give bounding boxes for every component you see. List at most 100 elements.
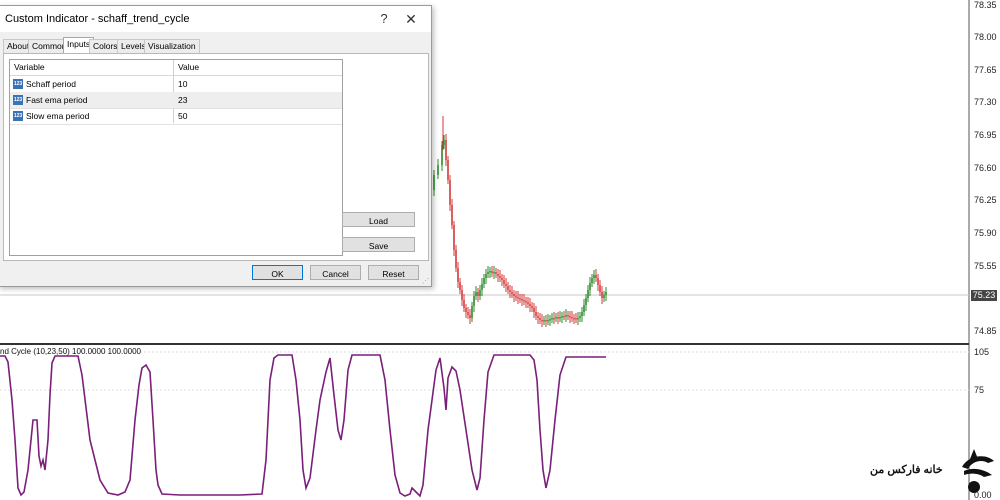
variable-name: Fast ema period: [26, 95, 88, 105]
numeric-type-icon: 123: [13, 111, 23, 121]
candle-body: [545, 320, 547, 322]
grid-header: Variable Value: [10, 60, 342, 76]
candle-body: [535, 312, 537, 316]
price-tick: 76.95: [974, 130, 997, 140]
candle-body: [479, 290, 481, 296]
candle-body: [481, 284, 483, 290]
numeric-type-icon: 123: [13, 79, 23, 89]
candle-body: [597, 278, 599, 285]
candle-body: [517, 297, 519, 299]
candle-body: [453, 225, 455, 250]
candle-body: [499, 276, 501, 278]
candle-body: [573, 318, 575, 320]
candle-body: [455, 250, 457, 268]
candle-body: [565, 315, 567, 317]
value-field[interactable]: 50: [178, 111, 187, 121]
candle-body: [549, 319, 551, 321]
price-tick: 74.85: [974, 326, 997, 336]
candle-body: [577, 318, 579, 320]
cancel-button[interactable]: Cancel: [310, 265, 361, 280]
candle-body: [483, 278, 485, 284]
candle-body: [525, 301, 527, 303]
save-button[interactable]: Save: [342, 237, 415, 252]
candle-body: [551, 318, 553, 320]
reset-button[interactable]: Reset: [368, 265, 419, 280]
candle-body: [581, 312, 583, 316]
inputs-panel: Variable Value 123 Schaff period 10 123 …: [3, 53, 429, 261]
candle-body: [593, 275, 595, 278]
candle-body: [469, 315, 471, 318]
candle-body: [495, 272, 497, 274]
candle-body: [507, 286, 509, 290]
candle-body: [555, 317, 557, 319]
column-header-variable[interactable]: Variable: [14, 62, 45, 72]
price-tick: 75.90: [974, 228, 997, 238]
candle-body: [503, 280, 505, 284]
logo-mark-icon: [962, 449, 994, 493]
candle-body: [467, 312, 469, 315]
value-field[interactable]: 10: [178, 79, 187, 89]
candle-body: [527, 302, 529, 304]
candle-body: [519, 298, 521, 300]
candle-body: [433, 175, 435, 190]
ok-button[interactable]: OK: [252, 265, 303, 280]
candle-body: [489, 271, 491, 273]
input-row-slow-ema-period[interactable]: 123 Slow ema period 50: [10, 108, 342, 125]
candle-body: [605, 292, 607, 295]
candle-body: [533, 308, 535, 312]
candle-body: [487, 272, 489, 274]
custom-indicator-dialog: Custom Indicator - schaff_trend_cycle ? …: [0, 5, 432, 287]
candle-body: [513, 294, 515, 296]
value-field[interactable]: 23: [178, 95, 187, 105]
dialog-title-bar[interactable]: Custom Indicator - schaff_trend_cycle ? …: [0, 6, 431, 32]
candle-body: [543, 320, 545, 322]
price-tick: 76.25: [974, 195, 997, 205]
candle-body: [461, 290, 463, 300]
load-button[interactable]: Load: [342, 212, 415, 227]
candle-body: [477, 292, 479, 296]
candle-body: [575, 318, 577, 320]
column-header-value[interactable]: Value: [178, 62, 199, 72]
indicator-label: nd Cycle (10,23,50) 100.0000 100.0000: [0, 347, 141, 356]
candle-body: [485, 274, 487, 278]
candle-body: [457, 268, 459, 282]
candle-body: [529, 304, 531, 306]
candle-body: [599, 285, 601, 292]
candle-body: [541, 320, 543, 322]
candle-body: [445, 140, 447, 160]
candle-body: [505, 284, 507, 286]
schaff-trend-cycle-line: [0, 354, 606, 498]
help-icon[interactable]: ?: [374, 10, 394, 28]
tab-visualization[interactable]: Visualization: [144, 39, 200, 53]
candle-body: [603, 295, 605, 298]
price-tick: 78.00: [974, 32, 997, 42]
variable-name: Schaff period: [26, 79, 76, 89]
candle-body: [493, 272, 495, 274]
resize-grip-icon[interactable]: ⋰: [422, 277, 429, 285]
numeric-type-icon: 123: [13, 95, 23, 105]
dialog-title: Custom Indicator - schaff_trend_cycle: [5, 13, 190, 25]
candle-body: [571, 317, 573, 319]
inputs-grid: Variable Value 123 Schaff period 10 123 …: [9, 59, 343, 256]
candle-body: [437, 165, 439, 175]
candle-body: [561, 316, 563, 318]
candle-body: [497, 274, 499, 276]
candle-body: [585, 298, 587, 305]
candle-body: [587, 290, 589, 298]
candle-body: [537, 316, 539, 318]
input-row-fast-ema-period[interactable]: 123 Fast ema period 23: [10, 92, 342, 109]
candle-body: [553, 318, 555, 320]
candle-body: [473, 296, 475, 306]
candle-body: [515, 296, 517, 298]
candle-body: [451, 205, 453, 225]
input-row-schaff-period[interactable]: 123 Schaff period 10: [10, 76, 342, 93]
candle-body: [521, 299, 523, 301]
watermark-logo: خانه فارکس من: [870, 445, 1000, 500]
logo-text: خانه فارکس من: [870, 464, 943, 476]
candle-body: [475, 292, 477, 296]
close-icon[interactable]: ✕: [401, 10, 421, 28]
candle-body: [547, 320, 549, 322]
candle-body: [559, 317, 561, 319]
price-tick: 77.65: [974, 65, 997, 75]
candle-body: [557, 317, 559, 319]
